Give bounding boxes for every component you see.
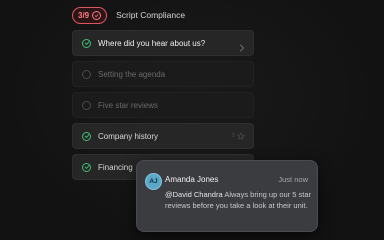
sender-name: Amanda Jones xyxy=(165,175,219,184)
avatar: AJ xyxy=(145,173,162,190)
notification-time: Just now xyxy=(278,175,308,184)
checklist-item-label: Financing xyxy=(98,162,133,172)
header: 3/9 Script Compliance xyxy=(72,6,185,24)
checklist-item-label: Company history xyxy=(98,131,159,141)
notification-toast[interactable]: AJ Amanda Jones Just now @David Chandra … xyxy=(136,160,318,232)
checklist-item-label: Five star reviews xyxy=(98,100,159,110)
chevron-right-icon[interactable] xyxy=(239,39,245,57)
count-value: 0 xyxy=(231,133,235,139)
check-icon xyxy=(82,162,91,172)
script-compliance-panel: 3/9 Script Compliance Where did you hear… xyxy=(0,0,384,240)
progress-check-icon xyxy=(92,10,102,20)
checklist-item-label: Setting the agenda xyxy=(98,69,166,79)
checklist-item-where-did-you-hear[interactable]: Where did you hear about us? xyxy=(72,30,254,56)
item-count: 0 xyxy=(232,132,245,140)
star-icon xyxy=(237,132,245,140)
checklist-item-setting-the-agenda[interactable]: Setting the agenda xyxy=(72,61,254,87)
progress-count: 3/9 xyxy=(78,10,90,20)
mention-link[interactable]: @David Chandra xyxy=(165,190,223,199)
empty-circle-icon xyxy=(82,69,91,79)
checklist-item-label: Where did you hear about us? xyxy=(98,38,206,48)
check-icon xyxy=(82,38,91,48)
page-title: Script Compliance xyxy=(116,10,186,20)
checklist-item-five-star-reviews[interactable]: Five star reviews xyxy=(72,92,254,118)
check-icon xyxy=(82,131,91,141)
empty-circle-icon xyxy=(82,100,91,110)
checklist-item-company-history[interactable]: Company history 0 xyxy=(72,123,254,149)
notification-message: @David Chandra Always bring up our 5 sta… xyxy=(165,190,313,211)
progress-badge: 3/9 xyxy=(72,6,108,24)
